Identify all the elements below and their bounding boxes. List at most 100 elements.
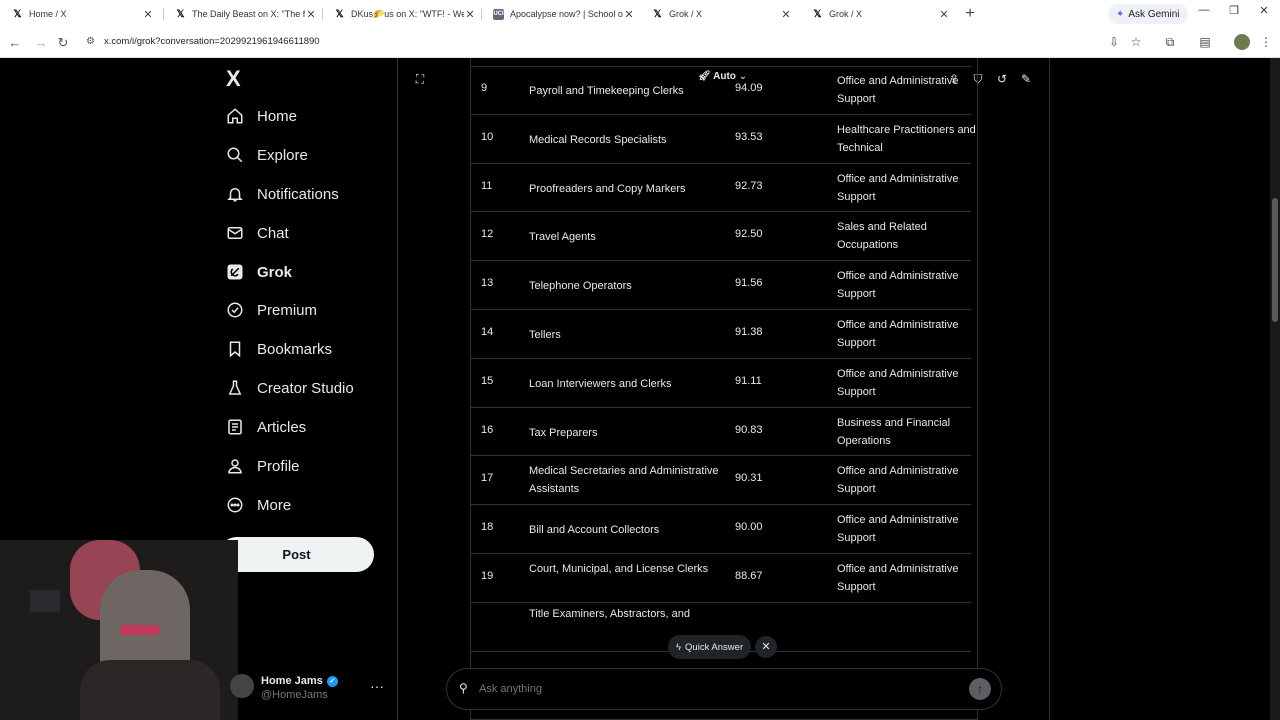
- table-cell-occupation: Telephone Operators: [529, 280, 632, 293]
- extensions-icon[interactable]: ⧉: [1162, 35, 1178, 50]
- x-logo-icon: 𝕏: [176, 8, 185, 20]
- star-icon[interactable]: ☆: [1128, 35, 1144, 49]
- expand-icon[interactable]: ⛶: [412, 72, 428, 87]
- x-logo[interactable]: X: [226, 66, 241, 92]
- install-app-icon[interactable]: ⇩: [1106, 35, 1122, 49]
- more-dots-icon[interactable]: ···: [370, 678, 384, 694]
- restore-icon[interactable]: ❐: [1224, 4, 1244, 17]
- table-cell-score: 88.67: [735, 570, 763, 582]
- sidebar-item-premium[interactable]: Premium: [226, 295, 317, 325]
- sidebar-item-label: Grok: [257, 263, 293, 281]
- reload-icon[interactable]: ↻: [54, 34, 72, 52]
- tab-title: Apocalypse now? | School of So: [510, 9, 623, 19]
- premium-icon: [226, 301, 244, 319]
- sidebar-item-explore[interactable]: Explore: [226, 140, 308, 170]
- table-row: 9 Payroll and Timekeeping Clerks 94.09 Offi…: [471, 66, 971, 115]
- tab-title: Home / X: [29, 9, 67, 19]
- history-icon[interactable]: ↺: [994, 72, 1010, 86]
- sidebar-item-label: Articles: [257, 418, 307, 436]
- profile-avatar[interactable]: [1234, 34, 1250, 50]
- article-icon: [226, 418, 244, 436]
- table-cell-score: 93.53: [735, 130, 763, 143]
- browser-tab[interactable]: 𝕏 Grok / X ✕: [800, 0, 956, 28]
- back-icon[interactable]: ←: [6, 34, 24, 52]
- scrollbar-thumb[interactable]: [1272, 198, 1278, 322]
- tab-title: Grok / X: [669, 9, 703, 19]
- close-tab-icon[interactable]: ✕: [780, 8, 792, 21]
- browser-tab[interactable]: 𝕏 The Daily Beast on X: "The fam ✕: [163, 0, 323, 28]
- scrollbar[interactable]: [1270, 58, 1280, 720]
- x-logo-icon: 𝕏: [335, 8, 344, 20]
- close-window-icon[interactable]: ✕: [1254, 4, 1274, 17]
- sidebar-item-chat[interactable]: Chat: [226, 218, 289, 248]
- site-info-icon[interactable]: ⚙: [86, 36, 95, 47]
- account-name: Home Jams ✓: [261, 675, 338, 687]
- sidebar-item-bookmarks[interactable]: Bookmarks: [226, 334, 332, 364]
- browser-tab[interactable]: UCI Apocalypse now? | School of So ✕: [481, 0, 641, 28]
- browser-tab[interactable]: 𝕏 Home / X ✕: [0, 0, 160, 28]
- sidebar-item-articles[interactable]: Articles: [226, 412, 306, 442]
- ask-gemini-label: Ask Gemini: [1128, 8, 1180, 20]
- table-cell-score: 90.31: [735, 472, 763, 485]
- minimize-icon[interactable]: —: [1194, 4, 1214, 16]
- new-tab-button[interactable]: +: [961, 4, 979, 24]
- table-cell-occupation: Medical Records Specialists: [529, 133, 667, 146]
- browser-menu-icon[interactable]: ⋮: [1258, 35, 1274, 49]
- sidebar-item-home[interactable]: Home: [226, 101, 297, 131]
- send-button[interactable]: ↑: [969, 678, 991, 700]
- account-switcher[interactable]: Home Jams ✓ @HomeJams ···: [230, 670, 390, 710]
- table-cell-category: Sales and Related Occupations: [837, 221, 927, 252]
- sidebar-item-label: Home: [257, 107, 298, 125]
- person-icon: [226, 457, 244, 475]
- flask-icon: [226, 379, 244, 397]
- browser-tab-active[interactable]: 𝕏 Grok / X ✕: [640, 0, 798, 28]
- close-icon[interactable]: ✕: [755, 636, 777, 658]
- sidebar-item-profile[interactable]: Profile: [226, 451, 300, 481]
- sidebar-item-more[interactable]: More: [226, 490, 291, 520]
- table-cell-score: 92.73: [735, 179, 763, 192]
- sidebar-item-notifications[interactable]: Notifications: [226, 179, 339, 209]
- tab-title: DKus🌮us on X: "WTF! - Welco: [351, 8, 464, 19]
- close-tab-icon[interactable]: ✕: [938, 8, 950, 21]
- browser-tab[interactable]: 𝕏 DKus🌮us on X: "WTF! - Welco ✕: [322, 0, 482, 28]
- table-row: 17 Medical Secretaries and Administrative…: [471, 456, 971, 506]
- close-tab-icon[interactable]: ✕: [464, 8, 476, 21]
- uci-icon: UCI: [493, 8, 504, 20]
- sidebar-item-grok[interactable]: Grok: [226, 257, 292, 287]
- table-cell-occupation: Tellers: [529, 329, 561, 341]
- side-panel-icon[interactable]: ▤: [1197, 35, 1213, 49]
- close-tab-icon[interactable]: ✕: [623, 8, 635, 21]
- table-cell-occupation: Title Examiners, Abstractors, and: [529, 607, 690, 620]
- browser-tab-bar: 𝕏 Home / X ✕ 𝕏 The Daily Beast on X: "Th…: [0, 0, 1280, 28]
- quick-answer-button[interactable]: ϟ Quick Answer: [668, 635, 752, 659]
- post-button[interactable]: Post: [219, 537, 374, 572]
- table-cell-rank: 14: [481, 326, 494, 338]
- url-field[interactable]: x.com/i/grok?conversation=20299219619466…: [104, 36, 320, 47]
- close-tab-icon[interactable]: ✕: [305, 8, 317, 21]
- table-cell-score: 94.09: [735, 82, 763, 94]
- verified-badge-icon: ✓: [326, 675, 338, 687]
- more-circle-icon: [226, 496, 244, 514]
- table-cell-rank: 16: [481, 423, 494, 436]
- lightning-icon: ϟ: [676, 641, 682, 653]
- ask-input[interactable]: [479, 680, 919, 698]
- table-cell-occupation: Proofreaders and Copy Markers: [529, 182, 686, 195]
- table-cell-rank: 13: [481, 277, 494, 290]
- table-cell-occupation: Travel Agents: [529, 231, 596, 244]
- table-row: 11 Proofreaders and Copy Markers 92.73 Offi…: [471, 164, 971, 213]
- forward-icon[interactable]: →: [32, 34, 50, 52]
- new-chat-icon[interactable]: ✎: [1018, 72, 1034, 86]
- table-cell-rank: 17: [481, 472, 494, 485]
- sidebar-item-label: Notifications: [257, 185, 339, 203]
- table-cell-score: 91.38: [735, 326, 763, 338]
- attach-icon[interactable]: ⚲: [459, 681, 468, 695]
- address-bar: ← → ↻ ⚙ x.com/i/grok?conversation=202992…: [0, 28, 1280, 58]
- sidebar-item-creator-studio[interactable]: Creator Studio: [226, 373, 354, 403]
- table-row: 12 Travel Agents 92.50 Sales and Related Oc…: [471, 212, 971, 262]
- sidebar-item-label: Explore: [257, 146, 308, 164]
- close-tab-icon[interactable]: ✕: [142, 8, 154, 21]
- ask-gemini-button[interactable]: ✦ Ask Gemini: [1108, 4, 1188, 24]
- sidebar-item-label: Bookmarks: [257, 340, 333, 358]
- x-logo-icon: 𝕏: [653, 8, 662, 20]
- table-cell-rank: 19: [481, 570, 494, 582]
